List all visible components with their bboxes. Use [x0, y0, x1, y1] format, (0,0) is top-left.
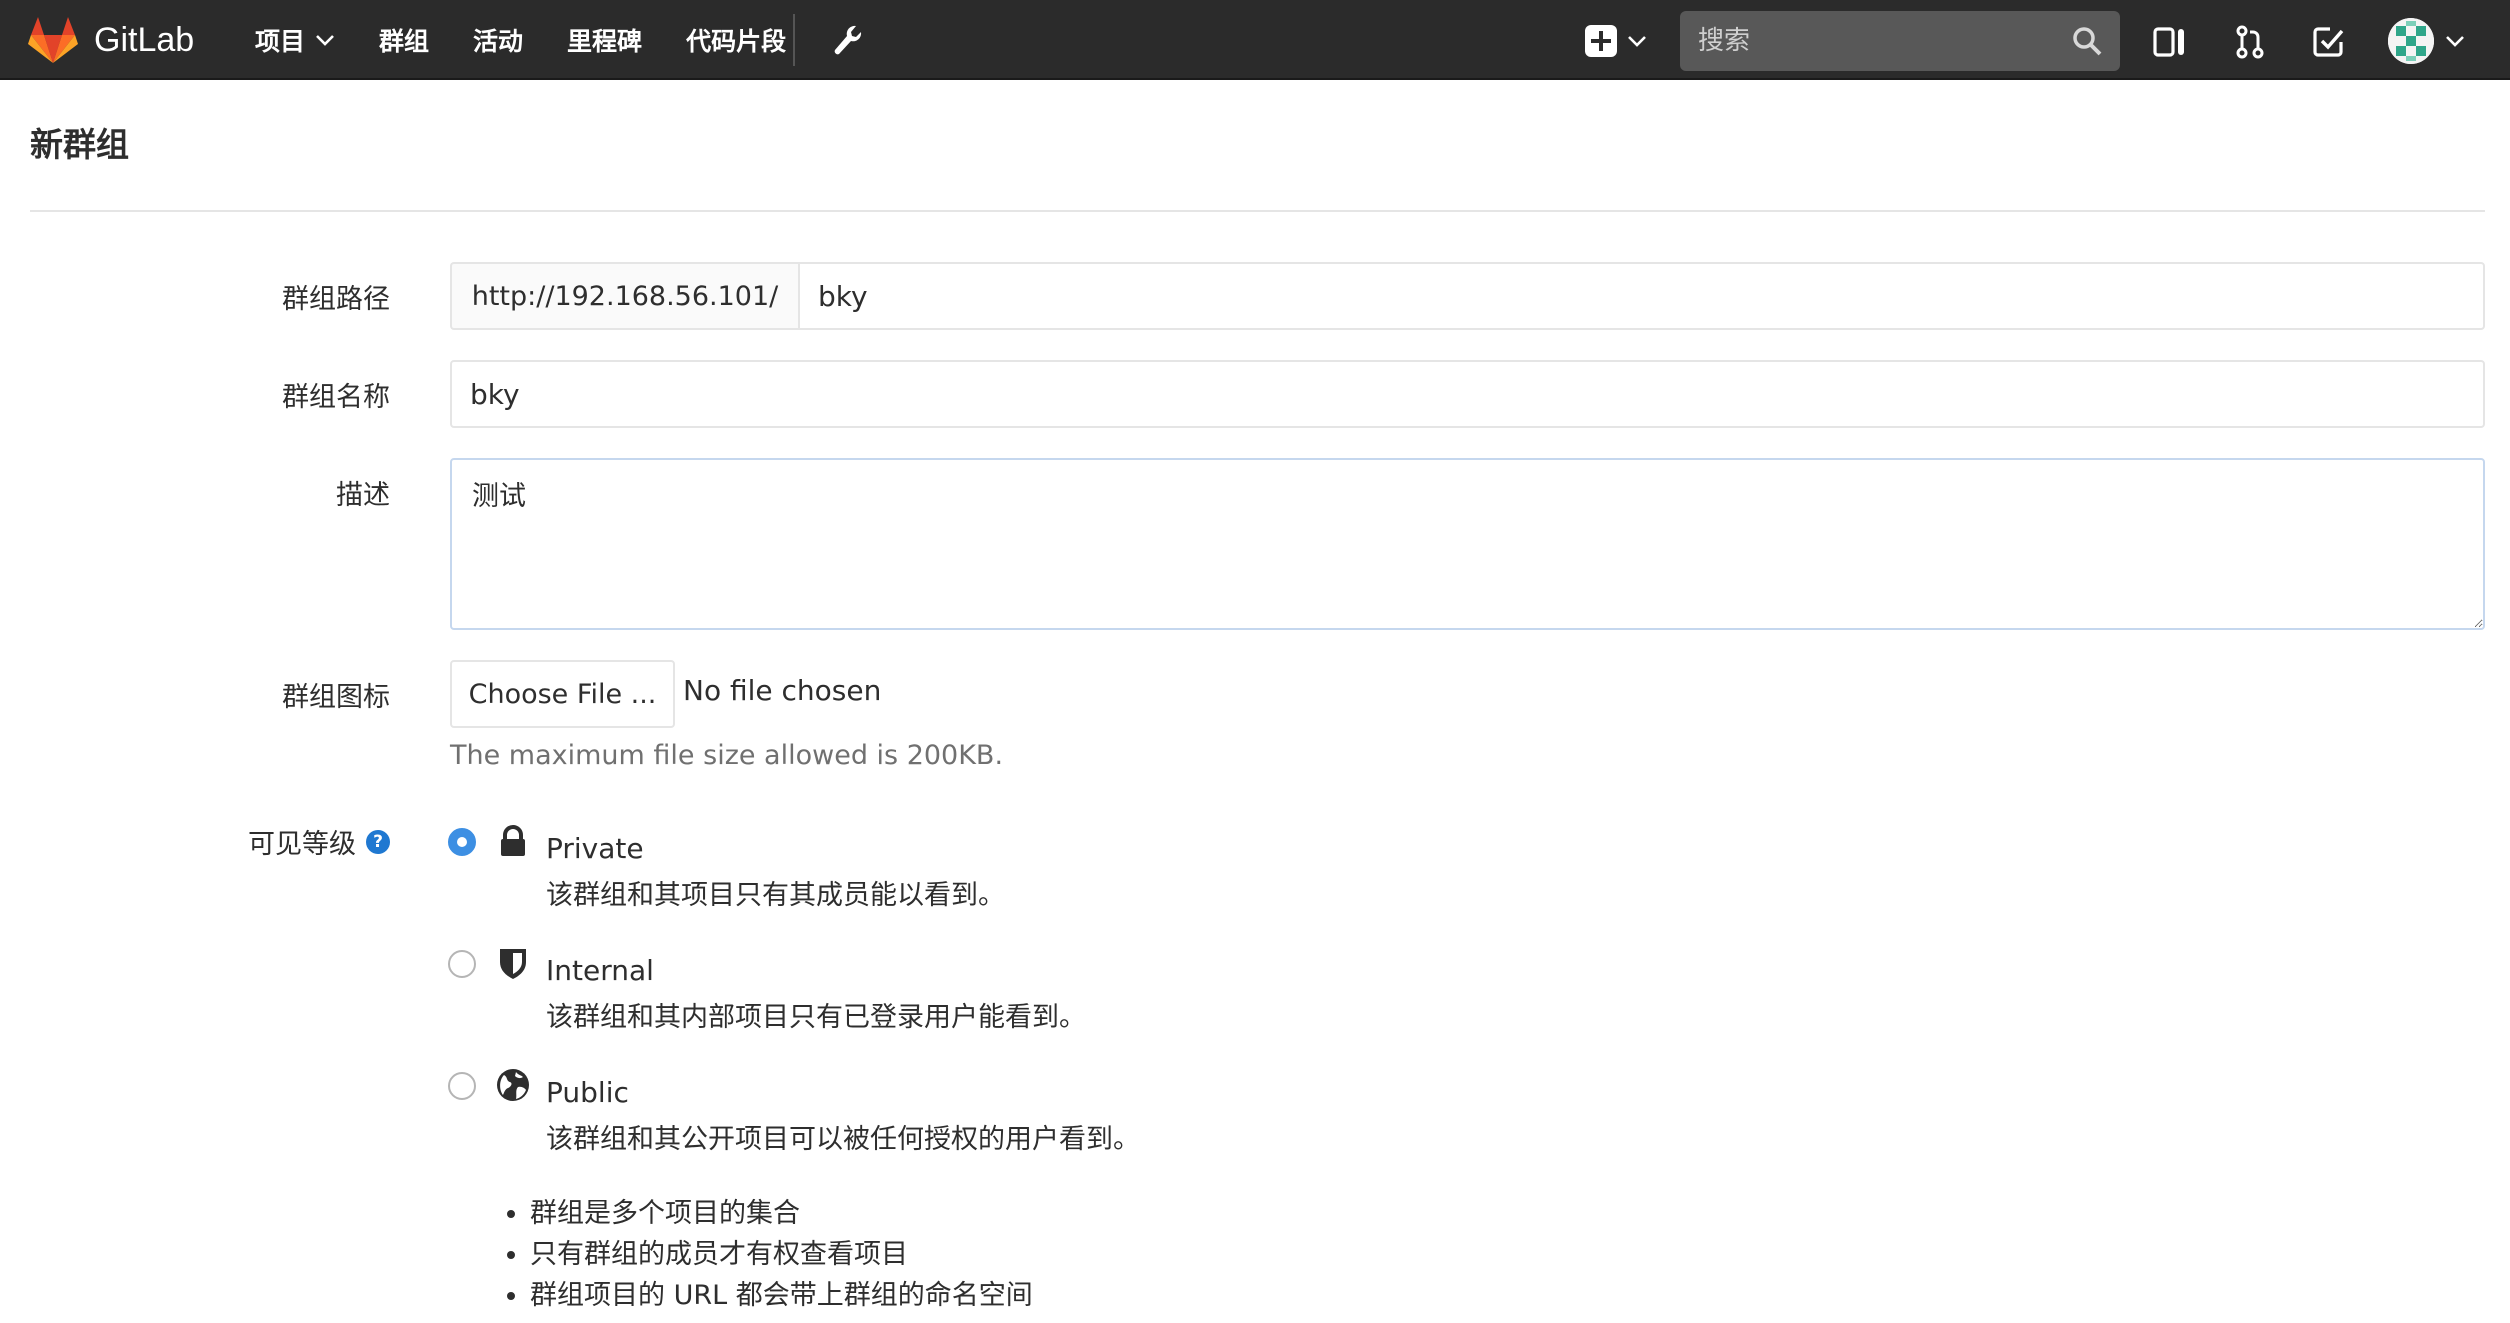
menu-groups[interactable]: 群组: [379, 22, 429, 58]
visibility-title: Private: [546, 832, 644, 865]
visibility-title: Public: [546, 1076, 629, 1109]
issues-icon[interactable]: [2152, 24, 2188, 60]
lock-icon: [501, 825, 525, 856]
file-size-help: The maximum file size allowed is 200KB.: [450, 740, 1004, 771]
visibility-label-text: 可见等级: [248, 829, 356, 860]
identicon-icon: [2388, 18, 2434, 64]
help-icon[interactable]: ?: [366, 829, 390, 854]
visibility-label: 可见等级 ?: [248, 822, 390, 861]
chevron-down-icon: [316, 35, 334, 46]
group-name-label: 群组名称: [282, 382, 390, 413]
wrench-icon[interactable]: [830, 22, 866, 58]
menu-milestones-label: 里程碑: [567, 27, 643, 56]
shield-icon: [500, 949, 526, 979]
group-avatar-label: 群组图标: [282, 682, 390, 713]
search-icon[interactable]: [2072, 26, 2102, 56]
new-dropdown[interactable]: [1584, 24, 1648, 58]
menu-activity[interactable]: 活动: [473, 22, 523, 58]
plus-square-icon: [1585, 25, 1617, 57]
merge-requests-icon[interactable]: [2232, 24, 2268, 60]
globe-icon: [497, 1069, 529, 1101]
visibility-option-public[interactable]: Public 该群组和其公开项目可以被任何授权的用户看到。: [448, 1068, 1140, 1156]
menu-projects[interactable]: 项目: [255, 22, 335, 58]
gitlab-home-link[interactable]: GitLab: [28, 15, 194, 65]
visibility-desc: 该群组和其项目只有其成员能以看到。: [546, 880, 1005, 911]
menu-projects-label: 项目: [255, 27, 306, 56]
radio-internal[interactable]: [448, 950, 476, 978]
list-item: 群组项目的 URL 都会带上群组的命名空间: [530, 1282, 1033, 1310]
group-path-field: http://192.168.56.101/: [450, 262, 2485, 330]
brand-name: GitLab: [94, 20, 195, 59]
menu-snippets-label: 代码片段: [686, 27, 787, 56]
group-path-label: 群组路径: [282, 284, 390, 315]
visibility-option-private[interactable]: Private 该群组和其项目只有其成员能以看到。: [448, 824, 1005, 912]
menu-activity-label: 活动: [473, 27, 524, 56]
search-box[interactable]: [1680, 11, 2120, 71]
todos-icon[interactable]: [2310, 24, 2346, 60]
visibility-desc: 该群组和其公开项目可以被任何授权的用户看到。: [546, 1124, 1140, 1155]
page-title: 新群组: [30, 125, 129, 164]
main-menu: 项目 群组 活动 里程碑 代码片段: [255, 0, 830, 80]
search-input[interactable]: [1698, 26, 2072, 56]
group-path-prefix: http://192.168.56.101/: [450, 262, 798, 330]
top-navbar: GitLab 项目 群组 活动 里程碑 代码片段: [0, 0, 2510, 80]
gitlab-logo-icon: [28, 17, 78, 63]
menu-milestones[interactable]: 里程碑: [567, 22, 642, 58]
user-menu[interactable]: [2388, 18, 2466, 64]
visibility-title: Internal: [546, 954, 654, 987]
radio-public[interactable]: [448, 1072, 476, 1100]
chevron-down-icon: [1628, 36, 1646, 47]
visibility-desc: 该群组和其内部项目只有已登录用户能看到。: [546, 1002, 1086, 1033]
title-divider: [30, 210, 2485, 212]
nav-separator: [793, 14, 795, 66]
choose-file-button[interactable]: Choose File ...: [450, 660, 675, 728]
group-name-input[interactable]: [450, 360, 2485, 428]
visibility-option-internal[interactable]: Internal 该群组和其内部项目只有已登录用户能看到。: [448, 946, 1086, 1034]
list-item: 只有群组的成员才有权查看项目: [530, 1241, 1033, 1269]
group-path-input[interactable]: [798, 262, 2485, 330]
group-notes-list: 群组是多个项目的集合 只有群组的成员才有权查看项目 群组项目的 URL 都会带上…: [530, 1200, 1033, 1323]
menu-groups-label: 群组: [379, 27, 430, 56]
radio-private[interactable]: [448, 828, 476, 856]
avatar: [2388, 18, 2434, 64]
chevron-down-icon: [2446, 36, 2464, 47]
menu-snippets[interactable]: 代码片段: [686, 22, 786, 58]
list-item: 群组是多个项目的集合: [530, 1200, 1033, 1228]
description-label: 描述: [336, 480, 390, 511]
description-textarea[interactable]: 测试: [450, 458, 2485, 630]
file-status-text: No file chosen: [683, 674, 882, 707]
